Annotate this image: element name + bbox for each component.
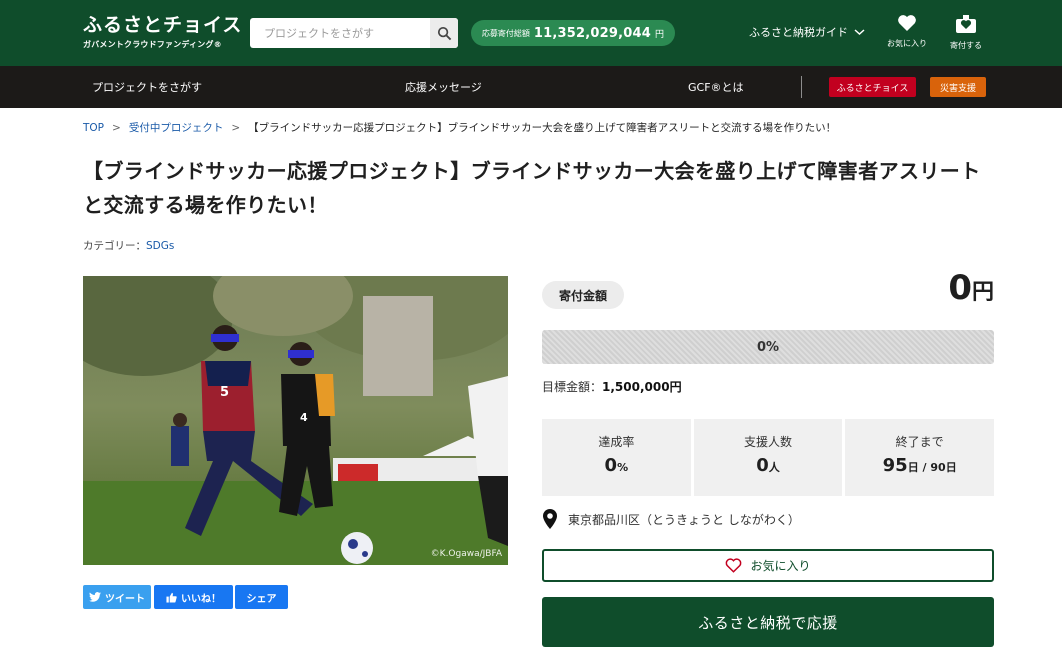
stat-number: 0: [604, 455, 618, 476]
search-button[interactable]: [430, 18, 458, 48]
logo-main-text: ふるさとチョイス: [83, 14, 243, 36]
page-title: 【ブラインドサッカー応援プロジェクト】ブラインドサッカー大会を盛り上げて障害者ア…: [83, 159, 981, 217]
svg-text:4: 4: [300, 411, 308, 424]
twitter-bird-icon: [89, 592, 101, 602]
stat-unit: 日 / 90日: [907, 461, 957, 474]
like-label: いいね！: [181, 593, 221, 605]
facebook-share-button[interactable]: シェア: [235, 585, 288, 609]
search-input[interactable]: [250, 18, 430, 48]
heart-outline-icon: [726, 558, 742, 573]
stat-value: 95日 / 90日: [845, 455, 994, 476]
stat-achievement-rate: 達成率 0%: [542, 419, 691, 496]
breadcrumb-active-projects[interactable]: 受付中プロジェクト: [129, 122, 224, 134]
nav-item-search-projects[interactable]: プロジェクトをさがす: [92, 79, 202, 95]
search-box: [250, 18, 458, 48]
map-pin-icon: [543, 509, 557, 529]
total-donation-unit: 円: [655, 29, 665, 40]
donation-amount-value: 0: [948, 268, 972, 308]
donation-amount-unit: 円: [971, 280, 994, 305]
chevron-down-icon: [854, 29, 865, 36]
favorite-button-label: お気に入り: [750, 559, 811, 573]
progress-percent: 0%: [756, 339, 780, 355]
header-favorites-link[interactable]: お気に入り: [882, 14, 932, 49]
nav-item-messages[interactable]: 応援メッセージ: [405, 79, 482, 95]
donation-amount: 0円: [948, 268, 994, 308]
breadcrumb-separator: >: [231, 122, 241, 134]
breadcrumb-separator: >: [112, 122, 121, 134]
logo-sub-text: ガバメントクラウドファンディング®: [83, 40, 222, 49]
funding-progress-bar: 0%: [542, 330, 994, 364]
donate-box-icon: [956, 15, 976, 33]
furusato-guide-menu[interactable]: ふるさと納税ガイド: [749, 24, 865, 40]
guide-label: ふるさと納税ガイド: [749, 26, 848, 39]
add-to-favorites-button[interactable]: お気に入り: [542, 549, 994, 582]
donate-caption: 寄付する: [950, 41, 982, 50]
svg-text:5: 5: [220, 385, 229, 400]
total-donation-pill: 応募寄付総額 11,352,029,044 円: [471, 20, 675, 46]
search-icon: [437, 26, 451, 40]
location-text: 東京都品川区（とうきょうと しながわく）: [568, 512, 800, 527]
heart-icon: [898, 15, 916, 31]
stat-unit: 人: [768, 461, 780, 474]
tweet-label: ツイート: [105, 593, 145, 605]
stat-label: 終了まで: [895, 435, 944, 449]
favorites-caption: お気に入り: [887, 39, 927, 48]
site-header: ふるさとチョイス ガバメントクラウドファンディング® 応募寄付総額 11,352…: [0, 0, 1062, 66]
stat-number: 0: [756, 455, 769, 476]
stat-unit: %: [617, 461, 629, 474]
donation-amount-label: 寄付金額: [542, 281, 624, 309]
share-label: シェア: [246, 593, 277, 605]
stat-supporters: 支援人数 0人: [693, 419, 843, 496]
funding-stats: 達成率 0% 支援人数 0人 終了まで 95日 / 90日: [542, 419, 995, 496]
tweet-button[interactable]: ツイート: [83, 585, 151, 609]
total-donation-value: 11,352,029,044: [533, 25, 652, 41]
stat-days-remaining: 終了まで 95日 / 90日: [845, 419, 995, 496]
facebook-like-button[interactable]: いいね！: [154, 585, 233, 609]
main-nav: プロジェクトをさがす 応援メッセージ GCF®とは ふるさとチョイス 災害支援: [0, 66, 1062, 108]
breadcrumb-current: 【ブラインドサッカー応援プロジェクト】ブラインドサッカー大会を盛り上げて障害者ア…: [248, 122, 837, 134]
nav-item-about-gcf[interactable]: GCF®とは: [688, 79, 744, 95]
category-label: カテゴリー：: [83, 240, 146, 252]
stat-value: 0%: [542, 455, 691, 476]
breadcrumb-top[interactable]: TOP: [83, 122, 104, 134]
project-photo: 5 4 ©K.Ogawa/JBFA: [83, 276, 508, 565]
soccer-photo-illustration: 5 4: [83, 276, 508, 565]
project-location: 東京都品川区（とうきょうと しながわく）: [542, 509, 800, 529]
support-with-furusato-tax-button[interactable]: ふるさと納税で応援: [542, 597, 994, 647]
category-line: カテゴリー：SDGs: [83, 238, 174, 253]
header-donate-link[interactable]: 寄付する: [941, 14, 991, 51]
total-donation-label: 応募寄付総額: [481, 28, 530, 38]
stat-label: 支援人数: [744, 435, 793, 449]
goal-amount: 目標金額：1,500,000円: [542, 378, 682, 395]
goal-value: 1,500,000円: [602, 380, 682, 394]
site-logo[interactable]: ふるさとチョイス ガバメントクラウドファンディング®: [83, 14, 242, 50]
stat-label: 達成率: [598, 435, 635, 449]
nav-divider: [801, 76, 802, 98]
breadcrumb: TOP > 受付中プロジェクト > 【ブラインドサッカー応援プロジェクト】ブラインドサッ…: [83, 120, 836, 135]
furusato-choice-badge[interactable]: ふるさとチョイス: [829, 77, 916, 97]
thumbs-up-icon: [166, 592, 177, 603]
photo-credit: ©K.Ogawa/JBFA: [430, 549, 502, 559]
goal-label: 目標金額：: [542, 380, 603, 394]
stat-value: 0人: [694, 455, 843, 476]
stat-number: 95: [882, 455, 908, 476]
category-link[interactable]: SDGs: [146, 240, 174, 252]
disaster-support-badge[interactable]: 災害支援: [930, 77, 986, 97]
